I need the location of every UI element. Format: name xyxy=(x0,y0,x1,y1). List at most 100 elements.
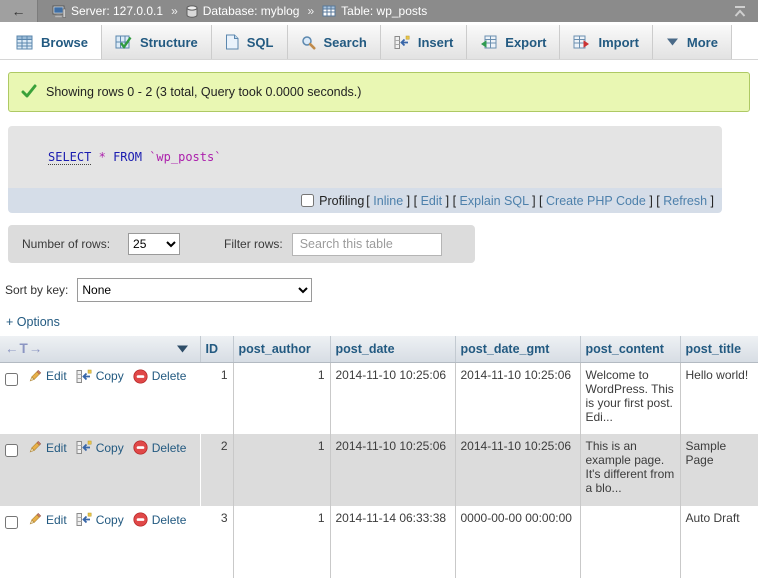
tab-structure[interactable]: Structure xyxy=(102,25,212,59)
cell-post_author: 1 xyxy=(233,434,330,506)
copy-link[interactable]: Copy xyxy=(76,440,124,455)
sort-by-key-label: Sort by key: xyxy=(5,283,68,297)
tab-export[interactable]: Export xyxy=(467,25,560,59)
query-link-explain-sql[interactable]: Explain SQL xyxy=(460,194,529,208)
query-link-edit[interactable]: Edit xyxy=(421,194,443,208)
table-icon xyxy=(322,5,336,17)
sql-table-name: `wp_posts` xyxy=(149,150,221,164)
row-checkbox[interactable] xyxy=(5,516,18,529)
tab-label: SQL xyxy=(247,35,274,50)
tab-search[interactable]: Search xyxy=(288,25,381,59)
tab-insert[interactable]: Insert xyxy=(381,25,467,59)
results-table-body: EditCopyDelete112014-11-10 10:25:062014-… xyxy=(0,362,758,578)
copy-icon xyxy=(76,512,92,527)
sql-star: * xyxy=(99,150,106,164)
insert-icon xyxy=(394,35,410,50)
query-link-group: [ Create PHP Code ] xyxy=(536,194,653,208)
row-checkbox[interactable] xyxy=(5,373,18,386)
column-header-post-date-gmt[interactable]: post_date_gmt xyxy=(455,336,580,362)
query-links: [ Inline ] [ Edit ] [ Explain SQL ] [ Cr… xyxy=(366,194,714,208)
edit-icon xyxy=(27,512,42,527)
query-link-group: [ Refresh ] xyxy=(653,194,714,208)
back-button[interactable]: ← xyxy=(0,0,38,22)
tab-label: Import xyxy=(598,35,638,50)
cell-post_title: Sample Page xyxy=(680,434,758,506)
profiling-checkbox[interactable] xyxy=(301,194,314,207)
database-icon xyxy=(186,5,198,18)
copy-link[interactable]: Copy xyxy=(76,512,124,527)
cell-post_title: Hello world! xyxy=(680,362,758,434)
column-header-id[interactable]: ID xyxy=(200,336,233,362)
breadcrumb-bar: ← Server: 127.0.0.1»Database: myblog»Tab… xyxy=(0,0,758,22)
cell-post_content: Welcome to WordPress. This is your first… xyxy=(580,362,680,434)
row-actions-cell: Edit Copy Delete xyxy=(0,506,200,578)
query-link-create-php-code[interactable]: Create PHP Code xyxy=(546,194,646,208)
sql-keyword-select: SELECT xyxy=(48,150,91,165)
column-header-post-author[interactable]: post_author xyxy=(233,336,330,362)
delete-link[interactable]: Delete xyxy=(133,440,187,455)
cell-post_date: 2014-11-10 10:25:06 xyxy=(330,362,455,434)
table-row: EditCopyDelete112014-11-10 10:25:062014-… xyxy=(0,362,758,434)
server-icon xyxy=(52,5,66,18)
cell-post_author: 1 xyxy=(233,506,330,578)
breadcrumb-item-database-myblog[interactable]: Database: myblog xyxy=(186,4,300,18)
breadcrumb-item-table-wp-posts[interactable]: Table: wp_posts xyxy=(322,4,427,18)
sql-query-text: SELECT * FROM `wp_posts` xyxy=(8,126,722,188)
number-of-rows-label: Number of rows: xyxy=(22,237,110,251)
tab-import[interactable]: Import xyxy=(560,25,652,59)
tab-bar: BrowseStructure SQL Search Insert Export Impo… xyxy=(0,25,758,60)
structure-icon xyxy=(115,35,132,50)
copy-link[interactable]: Copy xyxy=(76,369,124,384)
browse-icon xyxy=(16,35,33,50)
column-header-post-title[interactable]: post_title xyxy=(680,336,758,362)
copy-icon xyxy=(76,440,92,455)
delete-link[interactable]: Delete xyxy=(133,369,187,384)
breadcrumb-item-server-127-0-0-1[interactable]: Server: 127.0.0.1 xyxy=(52,4,163,18)
filter-input[interactable] xyxy=(292,233,442,256)
cell-post_date_gmt: 0000-00-00 00:00:00 xyxy=(455,506,580,578)
sql-icon xyxy=(225,34,239,50)
collapse-icon[interactable] xyxy=(732,5,758,18)
query-link-group: [ Edit ] xyxy=(410,194,449,208)
edit-link[interactable]: Edit xyxy=(27,440,67,455)
tab-label: Insert xyxy=(418,35,453,50)
breadcrumb: Server: 127.0.0.1»Database: myblog»Table… xyxy=(38,4,732,18)
options-toggle[interactable]: + Options xyxy=(6,315,60,329)
row-actions-cell: Edit Copy Delete xyxy=(0,434,200,506)
column-header-post-date[interactable]: post_date xyxy=(330,336,455,362)
cell-post_date: 2014-11-14 06:33:38 xyxy=(330,506,455,578)
tab-label: Export xyxy=(505,35,546,50)
query-link-refresh[interactable]: Refresh xyxy=(663,194,707,208)
header-row: ←T→ IDpost_authorpost_datepost_date_gmtp… xyxy=(0,336,758,362)
caret-down-icon[interactable] xyxy=(176,344,195,354)
check-icon xyxy=(21,84,37,101)
row-checkbox[interactable] xyxy=(5,444,18,457)
sql-query-box: SELECT * FROM `wp_posts` Profiling [ Inl… xyxy=(8,126,722,213)
query-link-group: [ Inline ] xyxy=(366,194,410,208)
transpose-arrows-icon[interactable]: ←T→ xyxy=(5,341,43,356)
delete-link[interactable]: Delete xyxy=(133,512,187,527)
tab-sql[interactable]: SQL xyxy=(212,25,288,59)
copy-icon xyxy=(76,369,92,384)
tab-more[interactable]: More xyxy=(653,25,732,59)
rows-control-bar: Number of rows: 25 Filter rows: xyxy=(8,225,475,263)
breadcrumb-separator: » xyxy=(307,4,314,18)
success-message: Showing rows 0 - 2 (3 total, Query took … xyxy=(8,72,750,112)
edit-link[interactable]: Edit xyxy=(27,369,67,384)
export-icon xyxy=(480,35,497,49)
tab-browse[interactable]: Browse xyxy=(3,25,102,59)
query-link-inline[interactable]: Inline xyxy=(373,194,403,208)
sort-by-key-select[interactable]: None xyxy=(77,278,312,302)
cell-post_content: This is an example page. It's different … xyxy=(580,434,680,506)
cell-id: 3 xyxy=(200,506,233,578)
query-actions-bar: Profiling [ Inline ] [ Edit ] [ Explain … xyxy=(8,188,722,213)
edit-link[interactable]: Edit xyxy=(27,512,67,527)
cell-id: 2 xyxy=(200,434,233,506)
column-header-post-content[interactable]: post_content xyxy=(580,336,680,362)
delete-icon xyxy=(133,369,148,384)
cell-post_author: 1 xyxy=(233,362,330,434)
actions-header: ←T→ xyxy=(0,336,200,362)
number-of-rows-select[interactable]: 25 xyxy=(128,233,180,255)
table-row: EditCopyDelete212014-11-10 10:25:062014-… xyxy=(0,434,758,506)
search-icon xyxy=(301,35,316,50)
